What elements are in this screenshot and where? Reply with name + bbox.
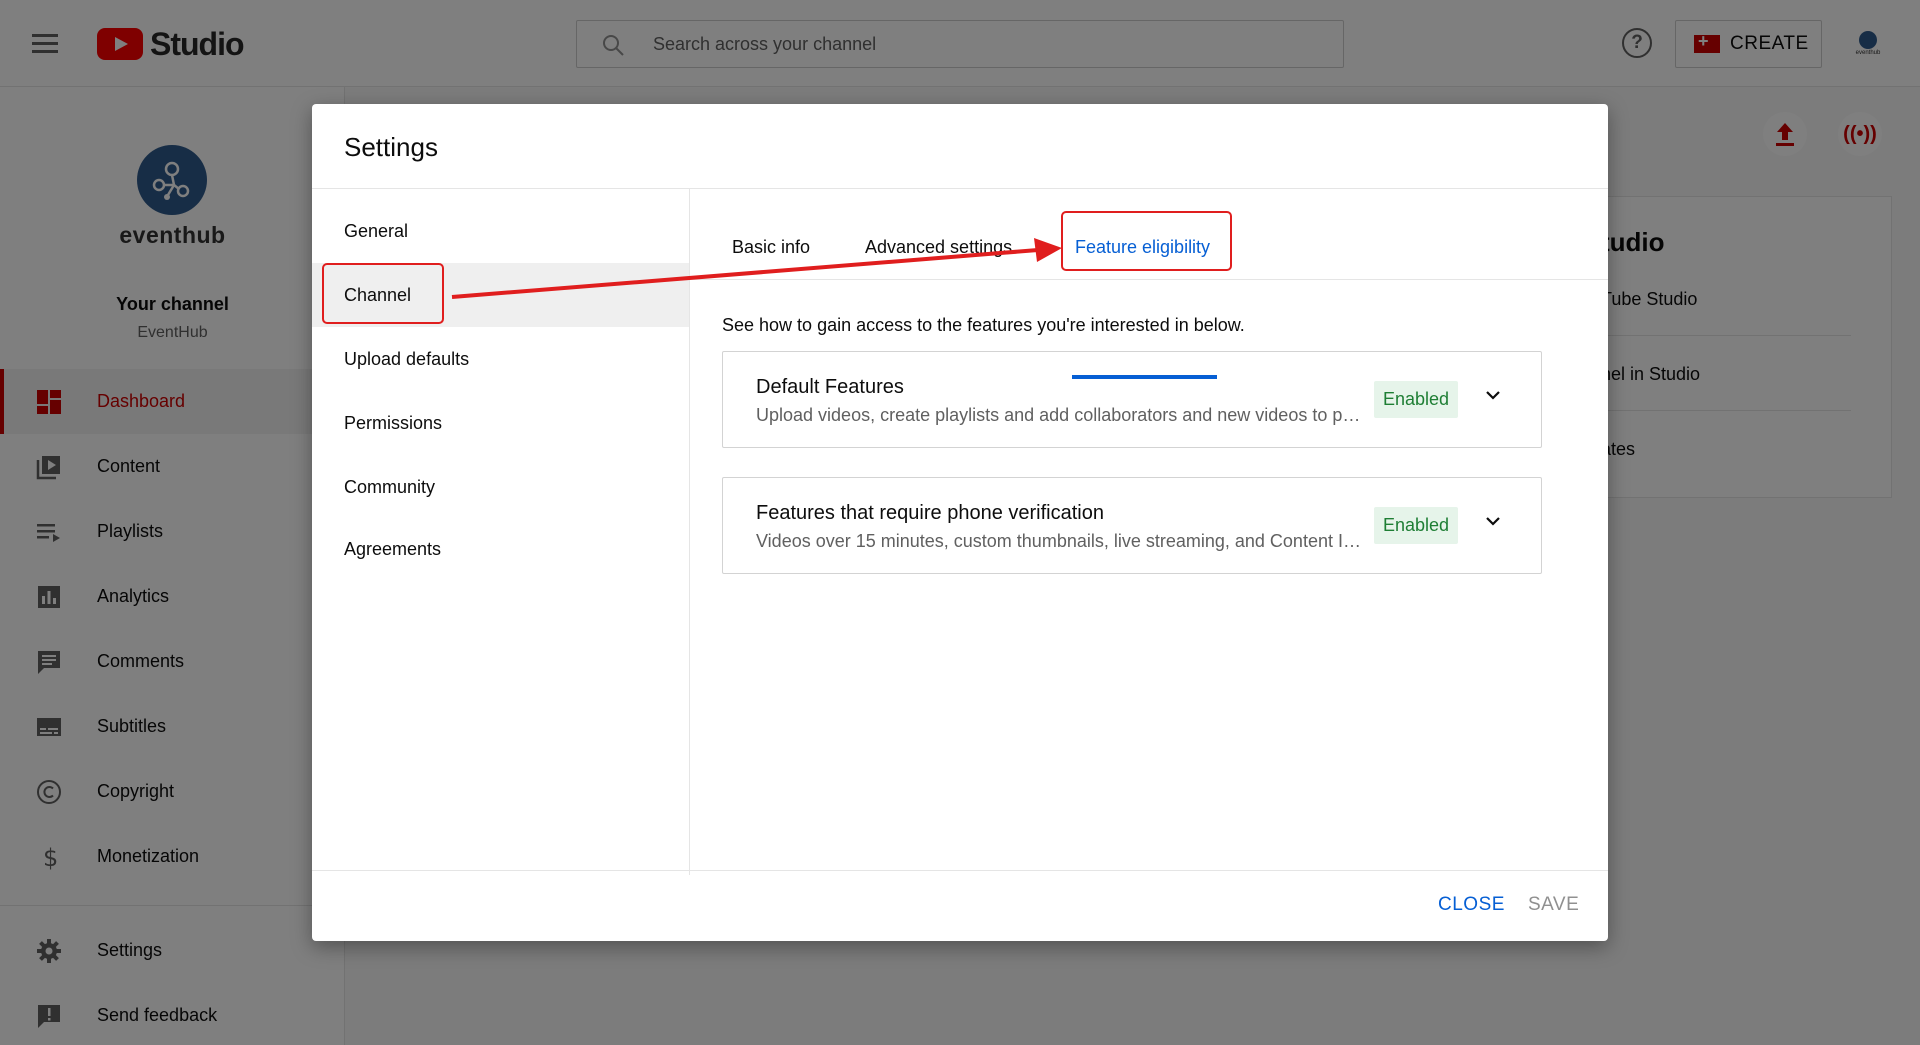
feature-description: Videos over 15 minutes, custom thumbnail… bbox=[756, 531, 1361, 551]
chevron-down-icon[interactable] bbox=[1483, 511, 1503, 531]
chevron-down-icon[interactable] bbox=[1483, 385, 1503, 405]
feature-description: Upload videos, create playlists and add … bbox=[756, 405, 1361, 425]
feature-title: Features that require phone verification bbox=[756, 502, 1104, 524]
feature-card-phone-verification[interactable]: Features that require phone verification… bbox=[722, 477, 1542, 574]
close-button[interactable]: CLOSE bbox=[1438, 894, 1505, 916]
settings-menu-permissions[interactable]: Permissions bbox=[312, 391, 689, 455]
save-button[interactable]: SAVE bbox=[1528, 894, 1579, 916]
dialog-title: Settings bbox=[344, 132, 438, 162]
settings-menu-upload-defaults[interactable]: Upload defaults bbox=[312, 327, 689, 391]
tab-basic-info[interactable]: Basic info bbox=[732, 237, 810, 258]
feature-title: Default Features bbox=[756, 376, 904, 398]
settings-dialog: Settings General Channel Upload defaults… bbox=[312, 104, 1608, 941]
feature-card-default[interactable]: Default Features Upload videos, create p… bbox=[722, 351, 1542, 448]
status-badge: Enabled bbox=[1374, 507, 1458, 544]
settings-menu-community[interactable]: Community bbox=[312, 455, 689, 519]
status-badge: Enabled bbox=[1374, 381, 1458, 418]
tab-advanced-settings[interactable]: Advanced settings bbox=[865, 237, 1012, 258]
highlight-feature-eligibility-box bbox=[1061, 211, 1232, 271]
feature-intro-text: See how to gain access to the features y… bbox=[722, 315, 1245, 335]
dialog-footer-divider bbox=[312, 870, 1608, 871]
highlight-channel-box bbox=[322, 263, 444, 324]
settings-menu-general[interactable]: General bbox=[312, 199, 689, 263]
settings-menu-agreements[interactable]: Agreements bbox=[312, 517, 689, 581]
